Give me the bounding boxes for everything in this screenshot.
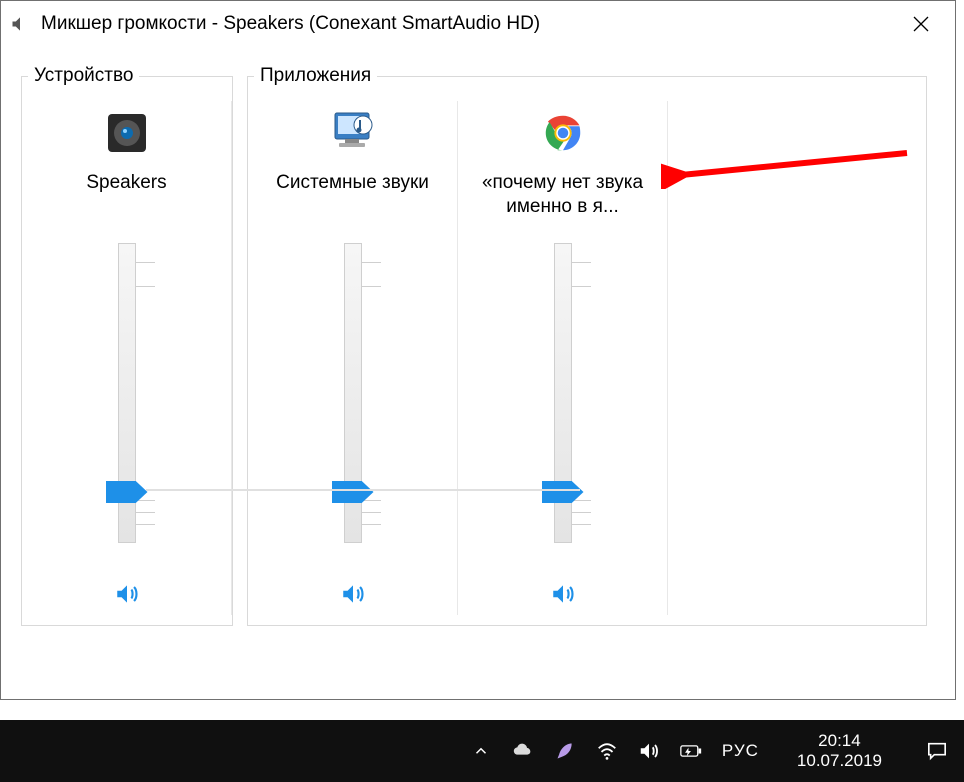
chrome-icon[interactable] xyxy=(535,105,591,161)
tray-overflow-icon[interactable] xyxy=(470,740,492,762)
device-legend: Устройство xyxy=(28,65,139,87)
onedrive-icon[interactable] xyxy=(512,740,534,762)
volume-slider[interactable] xyxy=(323,243,383,543)
close-button[interactable] xyxy=(895,1,947,47)
mute-button[interactable] xyxy=(330,573,376,615)
volume-tray-icon[interactable] xyxy=(638,740,660,762)
apps-legend: Приложения xyxy=(254,65,377,87)
clock-date: 10.07.2019 xyxy=(797,751,882,771)
device-group: Устройство Speakers xyxy=(21,65,233,626)
system-tray: РУС 20:14 10.07.2019 xyxy=(470,731,950,770)
channel-system-sounds: Системные звуки xyxy=(248,101,458,615)
clock[interactable]: 20:14 10.07.2019 xyxy=(797,731,882,770)
window-title: Микшер громкости - Speakers (Conexant Sm… xyxy=(41,13,895,35)
channel-speakers: Speakers xyxy=(22,101,232,615)
mute-button[interactable] xyxy=(540,573,586,615)
system-sounds-icon[interactable] xyxy=(325,105,381,161)
channel-chrome: «почему нет звука именно в я... xyxy=(458,101,668,615)
slider-link-line xyxy=(368,489,580,491)
clock-time: 20:14 xyxy=(797,731,882,751)
apps-spacer xyxy=(668,101,926,615)
channel-label: Speakers xyxy=(80,171,172,221)
applications-group: Приложения Системные звуки xyxy=(247,65,927,626)
battery-icon[interactable] xyxy=(680,740,702,762)
slider-link-line xyxy=(146,489,368,491)
volume-slider[interactable] xyxy=(533,243,593,543)
speaker-device-icon[interactable] xyxy=(99,105,155,161)
action-center-icon[interactable] xyxy=(924,740,950,762)
speaker-icon xyxy=(9,13,31,35)
feather-icon[interactable] xyxy=(554,740,576,762)
client-area: Устройство Speakers xyxy=(1,47,955,644)
wifi-icon[interactable] xyxy=(596,740,618,762)
language-indicator[interactable]: РУС xyxy=(722,741,759,761)
mute-button[interactable] xyxy=(104,573,150,615)
titlebar[interactable]: Микшер громкости - Speakers (Conexant Sm… xyxy=(1,1,955,47)
volume-slider[interactable] xyxy=(97,243,157,543)
taskbar[interactable]: РУС 20:14 10.07.2019 xyxy=(0,720,964,782)
channel-label: Системные звуки xyxy=(270,171,435,221)
volume-mixer-window: Микшер громкости - Speakers (Conexant Sm… xyxy=(0,0,956,700)
channel-label: «почему нет звука именно в я... xyxy=(458,171,667,221)
